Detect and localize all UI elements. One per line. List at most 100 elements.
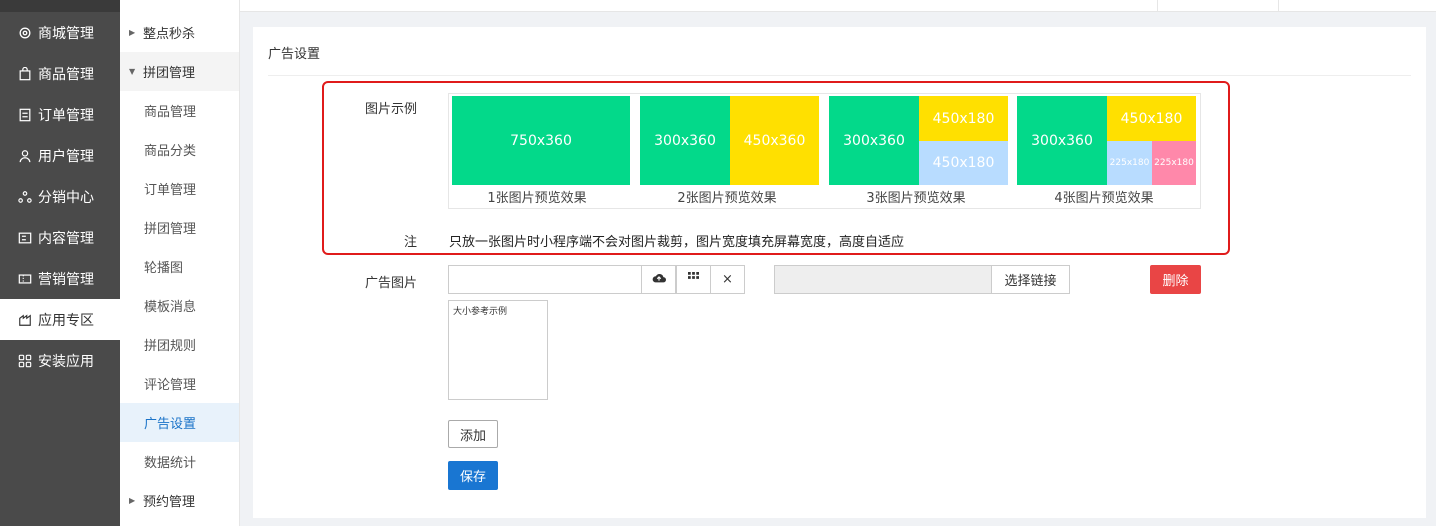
group-flash-sale[interactable]: ▶ 整点秒杀 <box>120 13 239 52</box>
sub-item-label: 订单管理 <box>144 183 197 198</box>
nav-label: 分销中心 <box>38 189 94 206</box>
sub-item-group-buy[interactable]: 拼团管理 <box>120 208 239 247</box>
app-icon <box>18 313 32 327</box>
preview-placeholder-text: 大小参考示例 <box>453 307 508 317</box>
sub-item-category[interactable]: 商品分类 <box>120 130 239 169</box>
secondary-sidebar: ▶ 整点秒杀 ▼ 拼团管理 商品管理 商品分类 订单管理 拼团管理 轮播图 模板… <box>120 0 240 526</box>
group-reservation[interactable]: ▶ 预约管理 <box>120 481 239 520</box>
save-button[interactable]: 保存 <box>448 461 498 490</box>
example-block: 450x180 <box>919 96 1008 141</box>
caret-right-icon: ▶ <box>129 496 136 505</box>
sub-item-ad-settings[interactable]: 广告设置 <box>120 403 239 442</box>
examples-label: 图片示例 <box>364 102 417 117</box>
example-caption: 4张图片预览效果 <box>1054 191 1154 206</box>
image-preview: 大小参考示例 <box>448 300 548 400</box>
ad-image-label: 广告图片 <box>364 276 417 291</box>
nav-label: 用户管理 <box>38 148 94 165</box>
grid-icon <box>18 354 32 368</box>
sub-item-label: 广告设置 <box>144 417 197 432</box>
note-text: 只放一张图片时小程序端不会对图片裁剪，图片宽度填充屏幕宽度，高度自适应 <box>449 235 905 250</box>
group-label: 拼团管理 <box>143 66 196 81</box>
nav-label: 营销管理 <box>38 271 94 288</box>
delete-button[interactable]: 删除 <box>1150 265 1201 294</box>
example-caption: 2张图片预览效果 <box>677 191 777 206</box>
sub-item-comments[interactable]: 评论管理 <box>120 364 239 403</box>
grid-icon <box>688 272 699 287</box>
distribution-icon <box>18 190 32 204</box>
nav-user-management[interactable]: 用户管理 <box>0 135 120 176</box>
gear-icon <box>18 26 32 40</box>
page-title: 广告设置 <box>268 47 321 62</box>
sub-item-goods[interactable]: 商品管理 <box>120 91 239 130</box>
example-2: 300x360 450x360 <box>640 96 820 186</box>
note-label: 注 <box>403 235 417 250</box>
example-block: 450x360 <box>730 96 819 185</box>
image-examples: 750x360 1张图片预览效果 300x360 450x360 2张图片预览效… <box>448 93 1201 209</box>
nav-marketing-management[interactable]: 营销管理 <box>0 258 120 299</box>
example-block: 750x360 <box>452 96 630 185</box>
nav-content-management[interactable]: 内容管理 <box>0 217 120 258</box>
sub-item-label: 拼团规则 <box>144 339 197 354</box>
example-4: 300x360 450x180 225x180 225x180 <box>1017 96 1197 186</box>
nav-order-management[interactable]: 订单管理 <box>0 94 120 135</box>
nav-mall-management[interactable]: 商城管理 <box>0 12 120 53</box>
top-header-strip <box>240 0 1436 12</box>
link-input[interactable] <box>774 265 992 294</box>
group-label: 预约管理 <box>143 495 196 510</box>
example-block: 450x180 <box>919 141 1008 185</box>
cloud-upload-icon <box>652 272 666 288</box>
image-url-input[interactable] <box>448 265 642 294</box>
example-block: 225x180 <box>1107 141 1152 185</box>
header-divider <box>1278 0 1279 12</box>
example-1: 750x360 <box>452 96 632 186</box>
group-group-buy[interactable]: ▼ 拼团管理 <box>120 52 239 91</box>
sub-item-orders[interactable]: 订单管理 <box>120 169 239 208</box>
nav-label: 商城管理 <box>38 25 94 42</box>
example-caption: 3张图片预览效果 <box>866 191 966 206</box>
nav-label: 内容管理 <box>38 230 94 247</box>
title-divider <box>268 75 1411 76</box>
nav-label: 商品管理 <box>38 66 94 83</box>
sub-item-label: 数据统计 <box>144 456 197 471</box>
nav-app-zone[interactable]: 应用专区 <box>0 299 120 340</box>
example-caption: 1张图片预览效果 <box>487 191 587 206</box>
sub-item-label: 轮播图 <box>144 261 184 276</box>
clear-button[interactable]: × <box>710 265 745 294</box>
nav-label: 应用专区 <box>38 312 94 329</box>
choose-link-button[interactable]: 选择链接 <box>991 265 1070 294</box>
sidebar-top-bar <box>0 0 120 12</box>
sub-item-label: 模板消息 <box>144 300 197 315</box>
bag-icon <box>18 66 32 81</box>
example-block: 300x360 <box>640 96 730 185</box>
example-3: 300x360 450x180 450x180 <box>829 96 1009 186</box>
primary-sidebar: 商城管理 商品管理 订单管理 用户管理 分销中心 内容管理 营销管理 应用专区 … <box>0 0 120 526</box>
sub-item-statistics[interactable]: 数据统计 <box>120 442 239 481</box>
sub-item-rules[interactable]: 拼团规则 <box>120 325 239 364</box>
sub-item-label: 商品分类 <box>144 144 197 159</box>
nav-install-app[interactable]: 安装应用 <box>0 340 120 381</box>
upload-button[interactable] <box>641 265 676 294</box>
gallery-button[interactable] <box>676 265 711 294</box>
caret-down-icon: ▼ <box>129 67 136 76</box>
content-icon <box>18 231 32 245</box>
header-divider <box>1157 0 1158 12</box>
sub-item-label: 拼团管理 <box>144 222 197 237</box>
close-icon: × <box>722 272 733 287</box>
nav-label: 订单管理 <box>38 107 94 124</box>
nav-distribution-center[interactable]: 分销中心 <box>0 176 120 217</box>
add-button[interactable]: 添加 <box>448 420 498 448</box>
user-icon <box>18 149 32 163</box>
sub-item-template-msg[interactable]: 模板消息 <box>120 286 239 325</box>
nav-goods-management[interactable]: 商品管理 <box>0 53 120 94</box>
example-block: 300x360 <box>1017 96 1107 185</box>
group-label: 整点秒杀 <box>143 27 196 42</box>
example-block: 300x360 <box>829 96 919 185</box>
sub-item-carousel[interactable]: 轮播图 <box>120 247 239 286</box>
sub-item-label: 评论管理 <box>144 378 197 393</box>
ticket-icon <box>18 272 32 286</box>
caret-right-icon: ▶ <box>129 28 136 37</box>
nav-label: 安装应用 <box>38 353 94 370</box>
order-icon <box>18 108 32 122</box>
example-block: 450x180 <box>1107 96 1196 141</box>
example-block: 225x180 <box>1152 141 1196 185</box>
